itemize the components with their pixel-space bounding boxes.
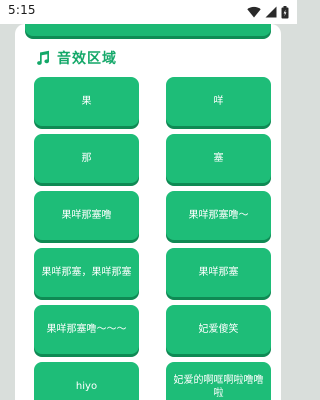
top-card[interactable] [25,24,271,36]
sound-button[interactable]: 果咩那塞噜～ [166,191,271,240]
status-icons [247,5,289,19]
battery-icon [281,5,289,19]
wifi-icon [247,6,261,18]
sound-button[interactable]: 果咩那塞 [166,248,271,297]
status-time: 5:15 [8,3,36,17]
sound-button[interactable]: 妃爱的啊哐啊啦噜噜啦 [166,362,271,400]
sound-button[interactable]: 果咩那塞噜 [34,191,139,240]
status-bar: 5:15 [0,0,297,24]
sound-button[interactable]: 果咩那塞噜～～～ [34,305,139,354]
section-title: 音效区域 [57,51,117,67]
sound-button[interactable]: 妃爱傻笑 [166,305,271,354]
sound-button[interactable]: 果 [34,77,139,126]
section-header: 音效区域 [35,49,117,67]
sound-button[interactable]: 塞 [166,134,271,183]
sound-button[interactable]: hiyo [34,362,139,400]
signal-icon [265,6,277,18]
music-note-icon [35,50,51,66]
sound-button[interactable]: 果咩那塞，果咩那塞 [34,248,139,297]
sound-button[interactable]: 咩 [166,77,271,126]
sound-panel: 音效区域 果 咩 那 塞 果咩那塞噜 果咩那塞噜～ 果咩那塞，果咩那塞 果咩那塞… [15,24,281,400]
sound-button[interactable]: 那 [34,134,139,183]
